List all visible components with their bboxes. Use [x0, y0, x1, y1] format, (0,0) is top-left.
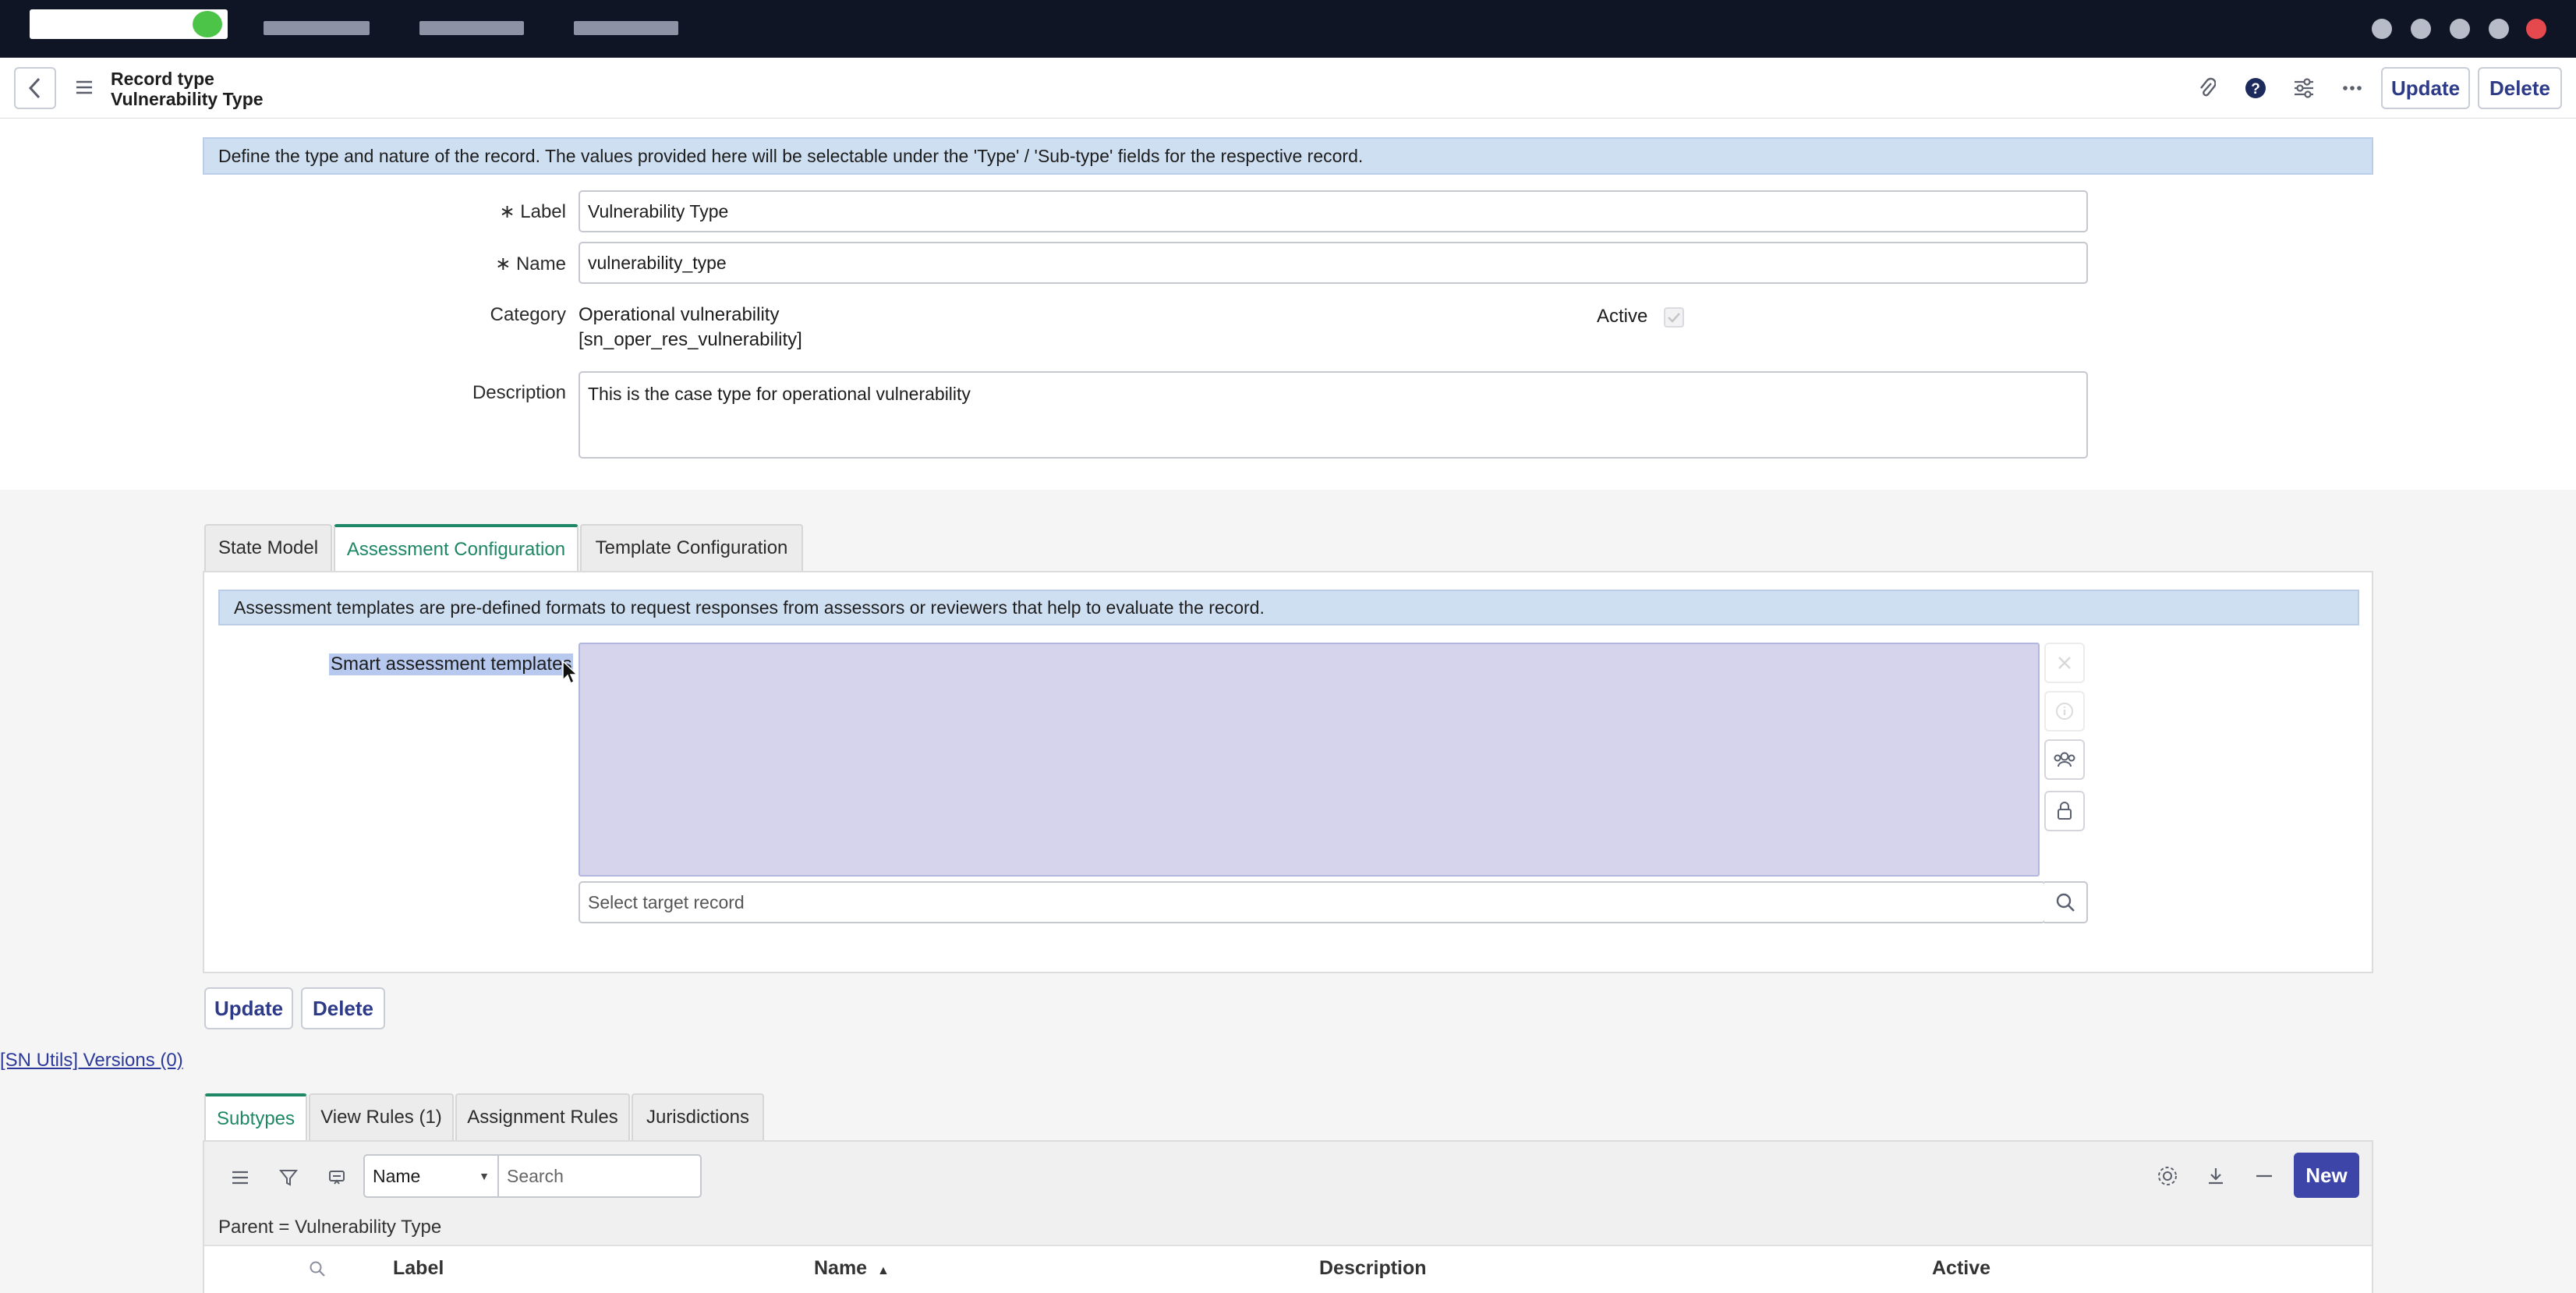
download-icon[interactable]: [2202, 1162, 2230, 1190]
tab-assignment-rules[interactable]: Assignment Rules: [455, 1093, 630, 1140]
mouse-cursor-icon: [562, 660, 579, 685]
smart-assessment-list[interactable]: [579, 643, 2040, 877]
sn-utils-versions-link[interactable]: [SN Utils] Versions (0): [0, 1050, 183, 1072]
filter-icon[interactable]: [274, 1164, 303, 1192]
delete-button[interactable]: Delete: [2478, 67, 2562, 109]
nav-action-icon[interactable]: [2411, 19, 2431, 39]
help-icon[interactable]: ?: [2241, 73, 2270, 103]
list-table-header: [204, 1245, 2372, 1293]
tab-state-model[interactable]: State Model: [204, 524, 332, 571]
svg-text:?: ?: [2251, 81, 2260, 97]
lock-icon[interactable]: [2044, 791, 2085, 831]
category-label: Category: [490, 304, 566, 325]
more-options-icon[interactable]: [2337, 73, 2367, 103]
nav-menu-history[interactable]: [574, 21, 678, 35]
column-search-icon[interactable]: [304, 1256, 331, 1282]
column-header-active[interactable]: Active: [1932, 1257, 1990, 1280]
select-target-record-input[interactable]: Select target record: [579, 881, 2046, 923]
attachment-icon[interactable]: [2192, 73, 2222, 103]
form-header: Record type Vulnerability Type ? Update …: [0, 58, 2576, 119]
nav-action-icon[interactable]: [2372, 19, 2392, 39]
list-settings-gear-icon[interactable]: [2153, 1162, 2181, 1190]
back-button[interactable]: [14, 67, 56, 109]
caret-down-icon: ▼: [479, 1170, 490, 1182]
column-header-label[interactable]: Label: [393, 1257, 444, 1280]
smart-assessment-label: Smart assessment templates: [329, 654, 574, 675]
required-marker: ∗: [495, 253, 511, 275]
toggle-column-search-icon[interactable]: [323, 1164, 351, 1192]
description-textarea[interactable]: This is the case type for operational vu…: [579, 371, 2088, 459]
remove-icon[interactable]: [2044, 643, 2085, 683]
search-field-select[interactable]: Name ▼: [363, 1154, 499, 1198]
description-label: Description: [472, 382, 566, 403]
tab-assessment-configuration[interactable]: Assessment Configuration: [334, 524, 579, 572]
search-icon: [2056, 893, 2075, 912]
active-checkbox[interactable]: [1664, 307, 1684, 328]
column-header-description[interactable]: Description: [1319, 1257, 1427, 1280]
list-search-input[interactable]: Search: [497, 1154, 702, 1198]
settings-sliders-icon[interactable]: [2289, 73, 2319, 103]
active-label: Active: [1597, 306, 1648, 327]
list-breadcrumb: Parent = Vulnerability Type: [218, 1217, 442, 1238]
new-button[interactable]: New: [2294, 1153, 2359, 1198]
column-header-name[interactable]: Name ▲: [814, 1257, 890, 1280]
search-button[interactable]: [2044, 881, 2088, 923]
category-table-name: [sn_oper_res_vulnerability]: [579, 329, 802, 350]
nav-action-icon[interactable]: [2450, 19, 2470, 39]
nav-menu-favorites[interactable]: [419, 21, 524, 35]
bottom-update-button[interactable]: Update: [204, 987, 293, 1029]
hamburger-menu-icon[interactable]: [70, 73, 98, 101]
nav-action-icon[interactable]: [2489, 19, 2509, 39]
name-input[interactable]: vulnerability_type: [579, 242, 2088, 284]
tab-jurisdictions[interactable]: Jurisdictions: [632, 1093, 764, 1140]
close-window-icon[interactable]: [2526, 19, 2546, 39]
checkmark-icon: [1668, 313, 1680, 323]
bottom-delete-button[interactable]: Delete: [301, 987, 385, 1029]
group-icon[interactable]: [2044, 739, 2085, 780]
list-menu-icon[interactable]: [226, 1164, 254, 1192]
label-input[interactable]: Vulnerability Type: [579, 190, 2088, 232]
nav-menu-all[interactable]: [264, 21, 370, 35]
chevron-left-icon: [28, 77, 41, 99]
form-info-banner: Define the type and nature of the record…: [203, 137, 2373, 175]
record-type-label: Record type: [111, 69, 214, 89]
tab-view-rules[interactable]: View Rules (1): [309, 1093, 454, 1140]
update-button[interactable]: Update: [2381, 67, 2470, 109]
sort-ascending-icon: ▲: [877, 1264, 890, 1277]
label-field-label: ∗ Label: [499, 201, 566, 222]
assessment-info-banner: Assessment templates are pre-defined for…: [218, 590, 2359, 625]
page-title: Vulnerability Type: [111, 89, 264, 109]
required-marker: ∗: [499, 201, 515, 222]
category-value: Operational vulnerability: [579, 304, 780, 325]
info-icon[interactable]: [2044, 691, 2085, 732]
tab-subtypes[interactable]: Subtypes: [204, 1093, 307, 1142]
name-field-label: ∗ Name: [495, 253, 566, 275]
tab-template-configuration[interactable]: Template Configuration: [580, 524, 803, 571]
status-dot-icon: [193, 11, 222, 37]
collapse-icon[interactable]: [2250, 1162, 2278, 1190]
top-navigation-bar: [0, 0, 2576, 58]
